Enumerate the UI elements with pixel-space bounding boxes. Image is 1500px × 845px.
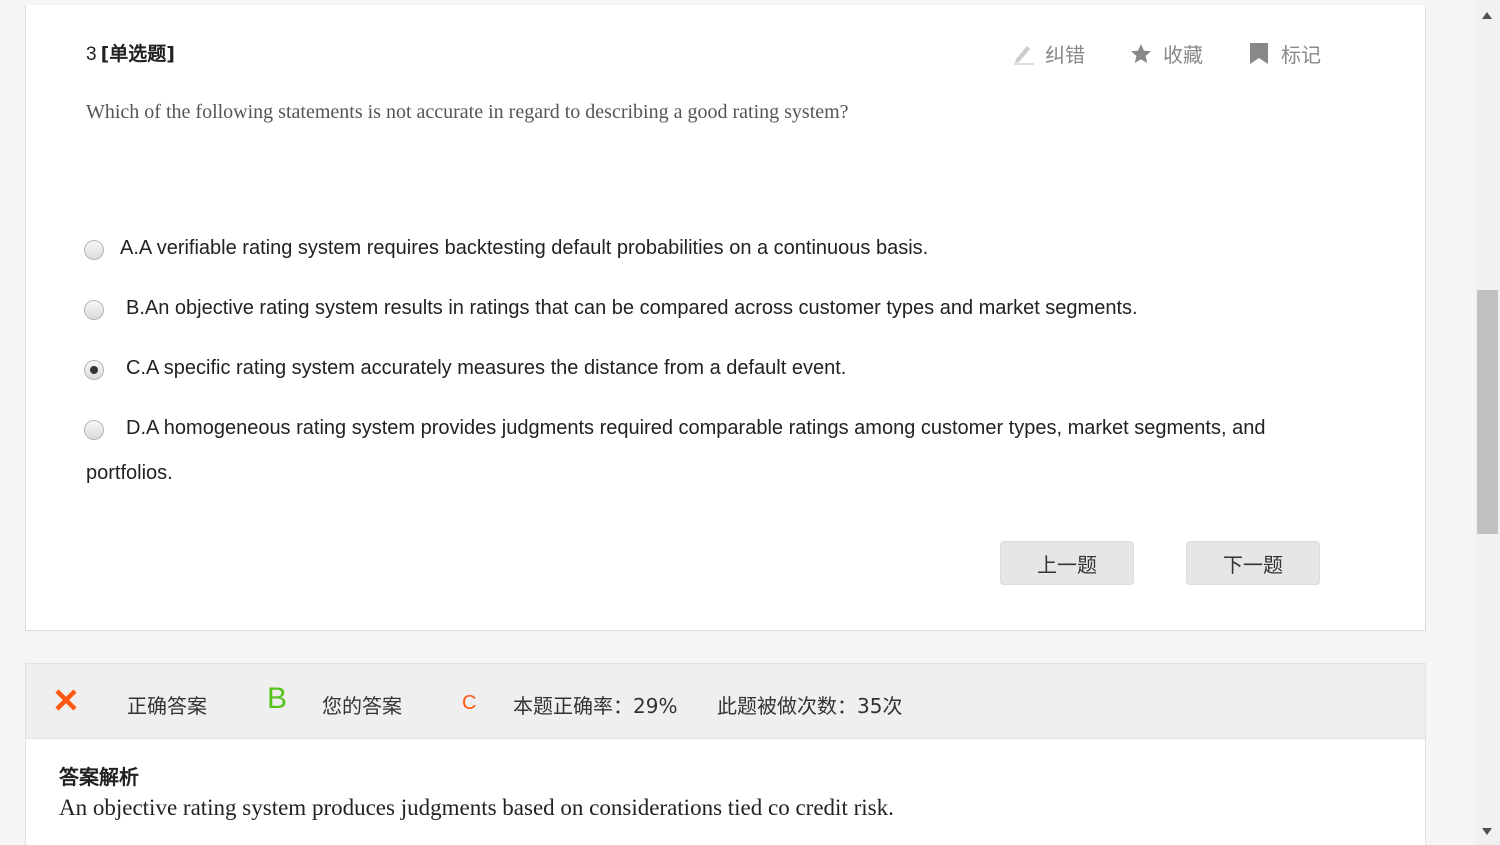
option-b[interactable]: B.An objective rating system results in … — [84, 297, 1138, 320]
report-error-label: 纠错 — [1045, 43, 1085, 67]
correct-answer-value: B — [267, 682, 288, 715]
attempt-count: 此题被做次数：35次 — [717, 694, 903, 718]
option-c-radio[interactable] — [84, 360, 104, 380]
pencil-icon — [1011, 42, 1035, 66]
mark-label: 标记 — [1281, 43, 1321, 67]
correct-answer-label: 正确答案 — [127, 694, 207, 718]
report-error-button[interactable]: 纠错 — [1011, 39, 1085, 68]
option-a-radio[interactable] — [84, 240, 104, 260]
option-b-radio[interactable] — [84, 300, 104, 320]
star-icon — [1129, 42, 1153, 66]
option-d-label-continuation: portfolios. — [86, 462, 173, 484]
accuracy-rate: 本题正确率：29% — [513, 694, 678, 718]
your-answer-value: C — [462, 692, 477, 714]
scroll-down-arrow-icon[interactable] — [1482, 828, 1492, 835]
question-number: 3 — [86, 44, 97, 65]
mark-button[interactable]: 标记 — [1247, 39, 1321, 68]
option-c[interactable]: C.A specific rating system accurately me… — [84, 357, 846, 380]
question-tools: 纠错 收藏 标记 — [1011, 39, 1321, 68]
bookmark-icon — [1247, 42, 1271, 66]
analysis-text: An objective rating system produces judg… — [59, 795, 894, 820]
previous-question-button[interactable]: 上一题 — [1000, 541, 1134, 585]
option-d[interactable]: D.A homogeneous rating system provides j… — [84, 417, 1265, 440]
answer-analysis: 答案解析 An objective rating system produces… — [25, 739, 1426, 845]
question-text: Which of the following statements is not… — [86, 101, 849, 123]
your-answer-label: 您的答案 — [322, 694, 402, 718]
option-c-label: C.A specific rating system accurately me… — [126, 357, 847, 379]
favorite-label: 收藏 — [1163, 43, 1203, 67]
option-d-label: D.A homogeneous rating system provides j… — [126, 417, 1266, 439]
option-a[interactable]: A.A verifiable rating system requires ba… — [84, 237, 928, 260]
question-card: 3 [单选题] 纠错 收藏 标记 Which of the following … — [25, 5, 1426, 631]
scrollbar-thumb[interactable] — [1477, 290, 1498, 534]
option-a-label: A.A verifiable rating system requires ba… — [120, 237, 929, 259]
vertical-scrollbar[interactable] — [1475, 0, 1500, 845]
option-b-label: B.An objective rating system results in … — [126, 297, 1138, 319]
next-question-button[interactable]: 下一题 — [1186, 541, 1320, 585]
analysis-title: 答案解析 — [59, 765, 139, 789]
option-d-radio[interactable] — [84, 420, 104, 440]
scroll-up-arrow-icon[interactable] — [1482, 12, 1492, 19]
favorite-button[interactable]: 收藏 — [1129, 39, 1203, 68]
wrong-cross-icon — [54, 688, 78, 716]
answer-result-bar: 正确答案 B 您的答案 C 本题正确率：29% 此题被做次数：35次 — [25, 663, 1426, 739]
question-header: 3 [单选题] — [86, 39, 175, 66]
question-type: [单选题] — [100, 43, 175, 65]
